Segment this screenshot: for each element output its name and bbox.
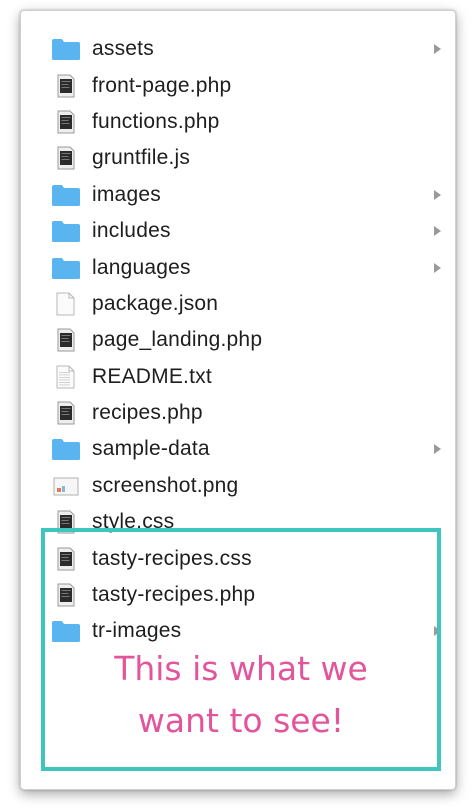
js-file-icon [51, 146, 81, 170]
php-file-icon [51, 74, 81, 98]
file-row[interactable]: README.txt [21, 359, 455, 395]
folder-row[interactable]: sample-data [21, 431, 455, 467]
folder-icon [51, 256, 81, 280]
folder-icon [51, 219, 81, 243]
annotation-line-2: want to see! [137, 701, 345, 740]
file-name: includes [92, 219, 171, 243]
file-name: screenshot.png [92, 473, 239, 497]
file-row[interactable]: functions.php [21, 104, 455, 140]
css-file-icon [51, 510, 81, 534]
file-row[interactable]: package.json [21, 286, 455, 322]
file-row[interactable]: front-page.php [21, 67, 455, 103]
annotation-line-1: This is what we [114, 649, 368, 688]
folder-icon [51, 619, 81, 643]
file-name: languages [92, 255, 191, 279]
file-row[interactable]: style.css [21, 504, 455, 540]
file-name: images [92, 182, 161, 206]
folder-icon [51, 183, 81, 207]
file-name: style.css [92, 510, 175, 534]
folder-row[interactable]: includes [21, 213, 455, 249]
file-row[interactable]: recipes.php [21, 395, 455, 431]
chevron-right-icon[interactable] [434, 262, 441, 273]
file-browser-panel: assets front-page.php functions.php gruntfi… [20, 10, 456, 790]
file-name: recipes.php [92, 401, 203, 425]
annotation-text: This is what we want to see! [41, 643, 441, 747]
php-file-icon [51, 583, 81, 607]
file-name: tasty-recipes.php [92, 583, 256, 607]
file-name: functions.php [92, 109, 220, 133]
folder-row[interactable]: images [21, 177, 455, 213]
file-name: README.txt [92, 364, 212, 388]
file-row[interactable]: tasty-recipes.php [21, 577, 455, 613]
file-row[interactable]: tasty-recipes.css [21, 540, 455, 576]
folder-icon [51, 37, 81, 61]
chevron-right-icon[interactable] [434, 626, 441, 637]
file-name: tr-images [92, 619, 182, 643]
image-file-icon [51, 474, 81, 498]
file-name: page_landing.php [92, 328, 263, 352]
php-file-icon [51, 328, 81, 352]
chevron-right-icon[interactable] [434, 444, 441, 455]
file-name: sample-data [92, 437, 210, 461]
file-name: gruntfile.js [92, 146, 191, 170]
file-name: front-page.php [92, 73, 232, 97]
folder-icon [51, 437, 81, 461]
php-file-icon [51, 110, 81, 134]
file-name: assets [92, 37, 154, 61]
file-name: tasty-recipes.css [92, 546, 252, 570]
file-list: assets front-page.php functions.php gruntfi… [21, 31, 455, 650]
chevron-right-icon[interactable] [434, 189, 441, 200]
file-row[interactable]: gruntfile.js [21, 140, 455, 176]
folder-row[interactable]: assets [21, 31, 455, 67]
file-name: package.json [92, 291, 219, 315]
blank-file-icon [51, 292, 81, 316]
php-file-icon [51, 401, 81, 425]
chevron-right-icon[interactable] [434, 44, 441, 55]
chevron-right-icon[interactable] [434, 226, 441, 237]
file-row[interactable]: screenshot.png [21, 468, 455, 504]
css-file-icon [51, 547, 81, 571]
text-file-icon [51, 365, 81, 389]
file-row[interactable]: page_landing.php [21, 322, 455, 358]
folder-row[interactable]: languages [21, 249, 455, 285]
